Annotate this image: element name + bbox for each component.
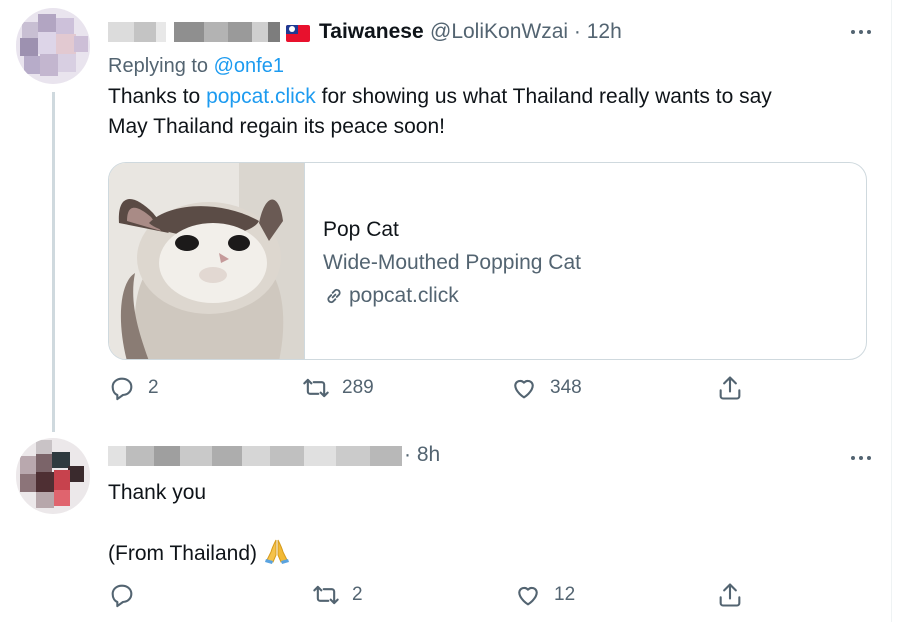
retweet-icon bbox=[303, 378, 329, 398]
tweet-text-part: Thanks to bbox=[108, 85, 207, 108]
retweet-button[interactable]: 289 bbox=[302, 374, 374, 402]
reply-count: 2 bbox=[148, 377, 159, 398]
card-domain-text[interactable]: popcat.click bbox=[349, 279, 459, 312]
retweet-icon bbox=[313, 585, 339, 605]
taiwan-flag-icon bbox=[286, 25, 310, 42]
timeline-border bbox=[891, 0, 892, 622]
card-text[interactable]: Pop Cat Wide-Mouthed Popping Cat popcat.… bbox=[305, 163, 581, 359]
thread-line bbox=[52, 92, 55, 432]
display-name[interactable]: Taiwanese bbox=[319, 20, 424, 44]
tweet-text-part: (From Thailand) bbox=[108, 542, 257, 565]
reply-button[interactable]: 2 bbox=[108, 374, 159, 402]
more-options-icon[interactable] bbox=[846, 22, 876, 42]
like-button[interactable]: 348 bbox=[510, 374, 582, 402]
share-button[interactable] bbox=[716, 581, 744, 609]
reply-icon bbox=[111, 584, 133, 608]
like-count: 348 bbox=[550, 377, 582, 398]
tweet-text-part: for showing us what Thailand really want… bbox=[315, 85, 772, 108]
tweet-text: Thanks to popcat.click for showing us wh… bbox=[108, 82, 878, 142]
card-image[interactable] bbox=[109, 163, 305, 359]
tweet-actions: 2 12 bbox=[108, 581, 788, 613]
reply-icon bbox=[111, 377, 133, 401]
replying-label: Replying to bbox=[108, 55, 209, 77]
tweet-text: Thank you (From Thailand) bbox=[108, 478, 878, 569]
folded-hands-icon bbox=[264, 539, 289, 564]
reply-button[interactable] bbox=[108, 581, 148, 609]
retweet-button[interactable]: 2 bbox=[312, 581, 363, 609]
retweet-count: 289 bbox=[342, 377, 374, 398]
tweet-text-line: May Thailand regain its peace soon! bbox=[108, 115, 445, 138]
tweet[interactable]: · 8h Thank you (From Thailand) 2 12 bbox=[108, 442, 878, 608]
replying-to-link[interactable]: @onfe1 bbox=[214, 55, 284, 77]
pop-cat-image bbox=[109, 163, 304, 359]
more-options-icon[interactable] bbox=[846, 448, 876, 468]
avatar[interactable] bbox=[16, 438, 90, 514]
tweet-actions: 2 289 348 bbox=[108, 374, 788, 406]
tweet-text-line: (From Thailand) bbox=[108, 538, 878, 569]
timestamp[interactable]: · 12h bbox=[574, 20, 622, 43]
share-button[interactable] bbox=[716, 374, 744, 402]
tweet-text-line: Thank you bbox=[108, 481, 207, 504]
blurred-username bbox=[108, 22, 280, 42]
like-count: 12 bbox=[554, 584, 576, 605]
user-handle[interactable]: @LoliKonWzai · 12h bbox=[430, 20, 622, 44]
tweet-header: · 8h bbox=[108, 442, 878, 476]
heart-icon bbox=[518, 586, 538, 606]
link-icon bbox=[327, 288, 341, 303]
heart-icon bbox=[514, 379, 534, 399]
blurred-username bbox=[108, 446, 402, 466]
card-title[interactable]: Pop Cat bbox=[323, 213, 581, 246]
card-domain[interactable]: popcat.click bbox=[323, 279, 581, 312]
like-button[interactable]: 12 bbox=[514, 581, 575, 609]
tweet-link[interactable]: popcat.click bbox=[206, 85, 316, 108]
card-description: Wide-Mouthed Popping Cat bbox=[323, 251, 581, 274]
retweet-count: 2 bbox=[352, 584, 363, 605]
link-card[interactable]: Pop Cat Wide-Mouthed Popping Cat popcat.… bbox=[108, 162, 867, 360]
share-icon bbox=[719, 583, 741, 607]
handle-text[interactable]: @LoliKonWzai bbox=[430, 20, 568, 43]
tweet[interactable]: Taiwanese @LoliKonWzai · 12h Replying to… bbox=[108, 16, 878, 401]
avatar[interactable] bbox=[16, 8, 90, 84]
tweet-header: Taiwanese @LoliKonWzai · 12h bbox=[108, 16, 878, 50]
share-icon bbox=[719, 376, 741, 400]
timestamp[interactable]: · 8h bbox=[404, 443, 440, 467]
replying-to: Replying to @onfe1 bbox=[108, 50, 878, 82]
